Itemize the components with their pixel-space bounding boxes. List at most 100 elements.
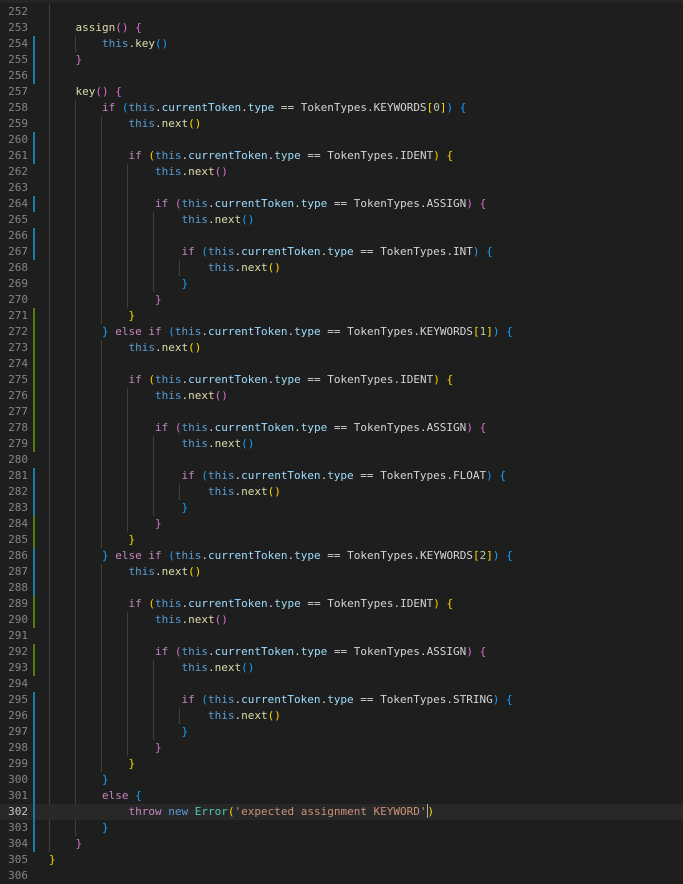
gutter-modified-marker[interactable] xyxy=(33,564,35,580)
code-line[interactable]: 263 xyxy=(0,180,683,196)
gutter-added-marker[interactable] xyxy=(33,532,35,548)
code-line[interactable]: 274 xyxy=(0,356,683,372)
code-line[interactable]: 252 xyxy=(0,4,683,20)
code-line[interactable]: 256 xyxy=(0,68,683,84)
code-line[interactable]: 259 this.next() xyxy=(0,116,683,132)
code-line[interactable]: 264 if (this.currentToken.type == TokenT… xyxy=(0,196,683,212)
code-line[interactable]: 301 else { xyxy=(0,788,683,804)
code-line[interactable]: 300 } xyxy=(0,772,683,788)
code-line[interactable]: 273 this.next() xyxy=(0,340,683,356)
code-line[interactable]: 284 } xyxy=(0,516,683,532)
code-line[interactable]: 272 } else if (this.currentToken.type ==… xyxy=(0,324,683,340)
code-line[interactable]: 279 this.next() xyxy=(0,436,683,452)
code-token: == xyxy=(353,693,381,706)
gutter-modified-marker[interactable] xyxy=(33,244,35,260)
gutter-added-marker[interactable] xyxy=(33,596,35,612)
code-line[interactable]: 306 xyxy=(0,868,683,884)
code-line[interactable]: 283 } xyxy=(0,500,683,516)
code-line[interactable]: 261 if (this.currentToken.type == TokenT… xyxy=(0,148,683,164)
gutter-added-marker[interactable] xyxy=(33,388,35,404)
code-line[interactable]: 299 } xyxy=(0,756,683,772)
code-line[interactable]: 295 if (this.currentToken.type == TokenT… xyxy=(0,692,683,708)
code-line[interactable]: 303 } xyxy=(0,820,683,836)
gutter-added-marker[interactable] xyxy=(33,660,35,676)
code-line[interactable]: 292 if (this.currentToken.type == TokenT… xyxy=(0,644,683,660)
code-line[interactable]: 286 } else if (this.currentToken.type ==… xyxy=(0,548,683,564)
code-line[interactable]: 275 if (this.currentToken.type == TokenT… xyxy=(0,372,683,388)
code-token: ( xyxy=(201,469,208,482)
code-line[interactable]: 305} xyxy=(0,852,683,868)
code-line[interactable]: 260 xyxy=(0,132,683,148)
gutter-modified-marker[interactable] xyxy=(33,692,35,708)
code-line[interactable]: 290 this.next() xyxy=(0,612,683,628)
code-token: this xyxy=(181,437,208,450)
code-line[interactable]: 281 if (this.currentToken.type == TokenT… xyxy=(0,468,683,484)
gutter-added-marker[interactable] xyxy=(33,436,35,452)
gutter-added-marker[interactable] xyxy=(33,516,35,532)
gutter-modified-marker[interactable] xyxy=(33,708,35,724)
code-line[interactable]: 302 throw new Error('expected assignment… xyxy=(0,804,683,820)
code-line[interactable]: 287 this.next() xyxy=(0,564,683,580)
code-line[interactable]: 254 this.key() xyxy=(0,36,683,52)
gutter-added-marker[interactable] xyxy=(33,404,35,420)
gutter-modified-marker[interactable] xyxy=(33,228,35,244)
code-line[interactable]: 262 this.next() xyxy=(0,164,683,180)
code-line[interactable]: 289 if (this.currentToken.type == TokenT… xyxy=(0,596,683,612)
gutter-modified-marker[interactable] xyxy=(33,148,35,164)
gutter-modified-marker[interactable] xyxy=(33,500,35,516)
gutter-modified-marker[interactable] xyxy=(33,724,35,740)
code-line[interactable]: 258 if (this.currentToken.type == TokenT… xyxy=(0,100,683,116)
code-line[interactable]: 297 } xyxy=(0,724,683,740)
code-line[interactable]: 253 assign() { xyxy=(0,20,683,36)
code-line[interactable]: 255 } xyxy=(0,52,683,68)
gutter-modified-marker[interactable] xyxy=(33,580,35,596)
code-line[interactable]: 270 } xyxy=(0,292,683,308)
gutter-modified-marker[interactable] xyxy=(33,132,35,148)
gutter-modified-marker[interactable] xyxy=(33,468,35,484)
gutter-modified-marker[interactable] xyxy=(33,196,35,212)
gutter-modified-marker[interactable] xyxy=(33,36,35,52)
code-line[interactable]: 271 } xyxy=(0,308,683,324)
code-line[interactable]: 269 } xyxy=(0,276,683,292)
gutter-modified-marker[interactable] xyxy=(33,68,35,84)
code-line[interactable]: 296 this.next() xyxy=(0,708,683,724)
code-line[interactable]: 280 xyxy=(0,452,683,468)
gutter-modified-marker[interactable] xyxy=(33,788,35,804)
gutter-modified-marker[interactable] xyxy=(33,820,35,836)
gutter-added-marker[interactable] xyxy=(33,420,35,436)
code-line[interactable]: 298 } xyxy=(0,740,683,756)
code-line[interactable]: 291 xyxy=(0,628,683,644)
code-line[interactable]: 282 this.next() xyxy=(0,484,683,500)
gutter-added-marker[interactable] xyxy=(33,372,35,388)
code-line[interactable]: 267 if (this.currentToken.type == TokenT… xyxy=(0,244,683,260)
gutter-added-marker[interactable] xyxy=(33,308,35,324)
gutter-modified-marker[interactable] xyxy=(33,484,35,500)
code-line[interactable]: 277 xyxy=(0,404,683,420)
gutter-modified-marker[interactable] xyxy=(33,740,35,756)
code-line[interactable]: 276 this.next() xyxy=(0,388,683,404)
gutter-modified-marker[interactable] xyxy=(33,804,35,820)
gutter-added-marker[interactable] xyxy=(33,356,35,372)
gutter-modified-marker[interactable] xyxy=(33,52,35,68)
code-line[interactable]: 266 xyxy=(0,228,683,244)
code-line[interactable]: 268 this.next() xyxy=(0,260,683,276)
gutter-added-marker[interactable] xyxy=(33,644,35,660)
gutter-modified-marker[interactable] xyxy=(33,548,35,564)
code-line[interactable]: 288 xyxy=(0,580,683,596)
gutter-modified-marker[interactable] xyxy=(33,772,35,788)
gutter-modified-marker[interactable] xyxy=(33,756,35,772)
code-line[interactable]: 294 xyxy=(0,676,683,692)
gutter-modified-marker[interactable] xyxy=(33,836,35,852)
code-line[interactable]: 265 this.next() xyxy=(0,212,683,228)
code-line[interactable]: 285 } xyxy=(0,532,683,548)
code-line[interactable]: 293 this.next() xyxy=(0,660,683,676)
code-line[interactable]: 304 } xyxy=(0,836,683,852)
gutter-added-marker[interactable] xyxy=(33,612,35,628)
code-line[interactable]: 278 if (this.currentToken.type == TokenT… xyxy=(0,420,683,436)
code-editor[interactable]: 252 253 assign() {254 this.key() 255 } 256 2… xyxy=(0,0,683,882)
gutter-added-marker[interactable] xyxy=(33,340,35,356)
code-token: else xyxy=(115,549,142,562)
code-line[interactable]: 257 key() { xyxy=(0,84,683,100)
gutter-added-marker[interactable] xyxy=(33,324,35,340)
